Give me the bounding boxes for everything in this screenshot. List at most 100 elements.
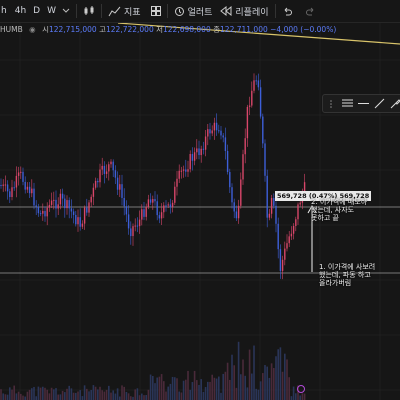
volume-bar [220, 392, 222, 400]
candle-body [99, 169, 101, 183]
volume-bar [83, 385, 86, 400]
sell-note-line: 못하고 끝 [311, 214, 339, 222]
candle-body [132, 226, 134, 237]
volume-bar [152, 375, 154, 400]
volume-bar [138, 395, 141, 400]
eye-icon[interactable]: ◉ [29, 25, 36, 34]
volume-bar [273, 368, 275, 400]
volume-bar [90, 389, 92, 400]
volume-bar [6, 394, 9, 400]
candle-body [156, 201, 158, 216]
drag-handle[interactable] [323, 95, 339, 112]
volume-bar [92, 385, 95, 400]
volume-bar [88, 391, 90, 400]
candle-body [211, 130, 213, 134]
candle-body [123, 197, 125, 207]
volume-bar [15, 393, 18, 400]
candle-body [213, 122, 216, 131]
volume-bar [218, 376, 220, 400]
trend-line-button[interactable] [371, 95, 387, 112]
interval-4h[interactable]: 4h [15, 6, 26, 16]
candle-body [136, 225, 139, 227]
volume-bar [240, 374, 242, 400]
chart-type-button[interactable] [83, 5, 95, 17]
candle-body [180, 170, 183, 172]
candle-body [125, 206, 128, 215]
candle-body [116, 177, 119, 190]
volume-bar [121, 385, 123, 400]
candle-body [143, 209, 145, 217]
volume-bar [77, 391, 79, 400]
line-style-icon [341, 99, 353, 107]
volume-bar [270, 363, 273, 400]
brush-button[interactable] [387, 95, 400, 112]
volume-bar [125, 391, 128, 400]
high-label: 고 [99, 25, 106, 34]
volume-bar [189, 389, 191, 400]
buy-note-line: 1. 이가격에 사보려 [319, 263, 376, 271]
redo-button[interactable] [305, 6, 316, 16]
candle-body [152, 199, 154, 203]
indicators-button[interactable]: 지표 [108, 5, 141, 18]
volume-bar [255, 388, 257, 400]
candle-body [281, 259, 284, 271]
volume-bar [119, 396, 121, 400]
volume-bar [277, 349, 279, 400]
candle-body [83, 207, 86, 224]
candle-body [196, 148, 198, 153]
symbol-fragment[interactable]: h [1, 6, 7, 16]
candle-body [9, 191, 11, 198]
interval-dropdown[interactable] [62, 8, 70, 14]
volume-bar [17, 391, 20, 400]
volume-bar [169, 383, 172, 400]
candle-body [257, 80, 260, 88]
trend-line-icon [374, 98, 384, 109]
candle-body [229, 172, 231, 188]
volume-bar [301, 393, 304, 400]
alert-button[interactable]: 얼러트 [174, 5, 212, 18]
volume-bar [9, 387, 11, 400]
volume-bar [178, 391, 180, 400]
volume-bar [147, 389, 150, 400]
candle-body [233, 202, 235, 212]
volume-bar [204, 387, 207, 400]
candle-body [79, 217, 81, 227]
candle-body [253, 80, 255, 91]
horizontal-line-button[interactable] [355, 95, 371, 112]
candle-chart-icon [84, 6, 94, 15]
buy-note-line: 했는데, 파동 하고 [319, 271, 371, 279]
candle-body [26, 186, 29, 190]
buy-note-line: 올라가버림 [319, 279, 352, 287]
volume-bar [35, 396, 37, 400]
volume-bar [130, 396, 132, 400]
candle-body [187, 169, 189, 172]
indicators-icon [108, 6, 121, 16]
volume-bar [160, 374, 163, 400]
candle-body [64, 198, 66, 209]
sell-note-line: 했는데, 사자도 [311, 206, 355, 214]
replay-button[interactable]: 리플레이 [220, 5, 269, 18]
volume-bar [123, 386, 125, 400]
candle-body [110, 161, 112, 165]
interval-d[interactable]: D [33, 6, 40, 16]
volume-bar [191, 382, 194, 400]
candle-body [297, 204, 299, 220]
undo-button[interactable] [282, 6, 292, 16]
candle-body [72, 211, 75, 215]
volume-bar [57, 394, 59, 400]
volume-bar [182, 380, 185, 400]
line-style-button[interactable] [339, 95, 355, 112]
volume-bar [226, 362, 229, 400]
candle-body [158, 215, 161, 219]
candle-body [178, 170, 180, 179]
candle-body [66, 200, 68, 209]
candle-body [39, 213, 42, 215]
candle-body [31, 188, 33, 194]
candle-body [145, 206, 147, 217]
candle-body [231, 187, 233, 203]
candle-body [11, 187, 13, 198]
candle-body [255, 80, 257, 82]
layout-button[interactable] [150, 6, 161, 16]
interval-w[interactable]: W [47, 6, 56, 16]
volume-bar [79, 390, 81, 400]
